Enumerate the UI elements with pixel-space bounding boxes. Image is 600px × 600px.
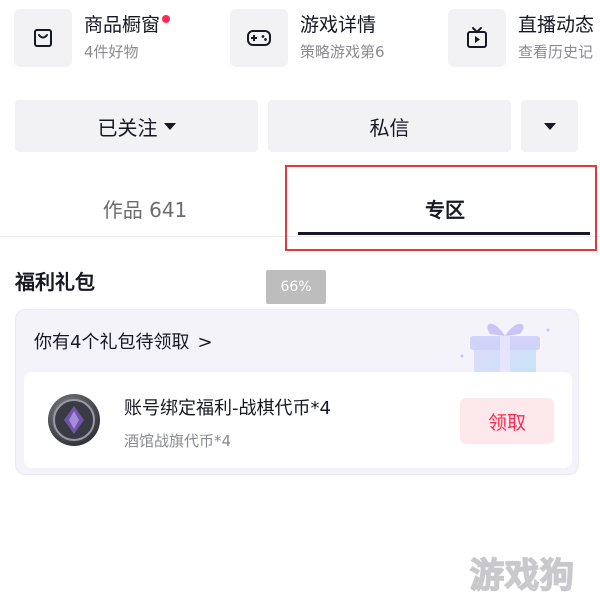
annotation-highlight-box bbox=[285, 165, 597, 251]
claim-button[interactable]: 领取 bbox=[460, 398, 554, 444]
entry-shop-window-subtitle: 4件好物 bbox=[84, 43, 139, 61]
entry-live-updates-subtitle: 查看历史记 bbox=[518, 43, 594, 61]
entry-shop-window[interactable]: 商品橱窗 4件好物 bbox=[14, 0, 171, 76]
claim-button-label: 领取 bbox=[487, 411, 526, 434]
tab-works[interactable]: 作品 641 bbox=[0, 182, 290, 234]
message-button-label: 私信 bbox=[369, 115, 410, 140]
entry-live-updates[interactable]: 直播动态 查看历史记 bbox=[448, 0, 594, 76]
gift-count-link[interactable]: 你有4个礼包待领取 > bbox=[34, 328, 213, 354]
watermark-logo: 游戏狗 bbox=[469, 555, 575, 597]
entry-game-details-subtitle: 策略游戏第6 bbox=[300, 43, 385, 61]
following-button-label: 已关注 bbox=[97, 115, 158, 140]
tv-icon bbox=[448, 9, 506, 67]
entry-live-updates-title: 直播动态 bbox=[518, 14, 595, 36]
profile-entries: 商品橱窗 4件好物 游戏详情 策略游戏第6 直播动态 查看历史记 bbox=[0, 0, 600, 84]
gift-pack-card: 你有4个礼包待领取 > 账号绑定福利-战棋代币*4 酒馆战旗代币*4 领取 bbox=[15, 309, 579, 475]
gift-pack-item: 账号绑定福利-战棋代币*4 酒馆战旗代币*4 领取 bbox=[24, 372, 572, 468]
section-title: 福利礼包 bbox=[15, 270, 95, 294]
notification-dot bbox=[162, 15, 171, 23]
caret-down-icon bbox=[163, 122, 176, 130]
entry-shop-window-title: 商品橱窗 bbox=[84, 13, 171, 37]
entry-game-details-title: 游戏详情 bbox=[300, 14, 377, 36]
tab-works-label: 作品 641 bbox=[102, 197, 188, 222]
message-button[interactable]: 私信 bbox=[268, 100, 511, 152]
shop-window-icon bbox=[14, 9, 72, 67]
token-coin-icon bbox=[48, 394, 100, 446]
chevron-right-icon: > bbox=[197, 332, 213, 353]
zoom-level-badge: 66% bbox=[266, 270, 326, 304]
following-button[interactable]: 已关注 bbox=[15, 100, 258, 152]
gift-item-subtitle: 酒馆战旗代币*4 bbox=[124, 432, 232, 450]
more-dropdown-button[interactable] bbox=[521, 100, 578, 152]
gift-count-text: 你有4个礼包待领取 bbox=[34, 332, 190, 353]
entry-game-details[interactable]: 游戏详情 策略游戏第6 bbox=[230, 0, 385, 76]
caret-down-icon bbox=[543, 122, 556, 130]
gamepad-icon bbox=[230, 9, 288, 67]
gift-item-title: 账号绑定福利-战棋代币*4 bbox=[124, 398, 331, 419]
